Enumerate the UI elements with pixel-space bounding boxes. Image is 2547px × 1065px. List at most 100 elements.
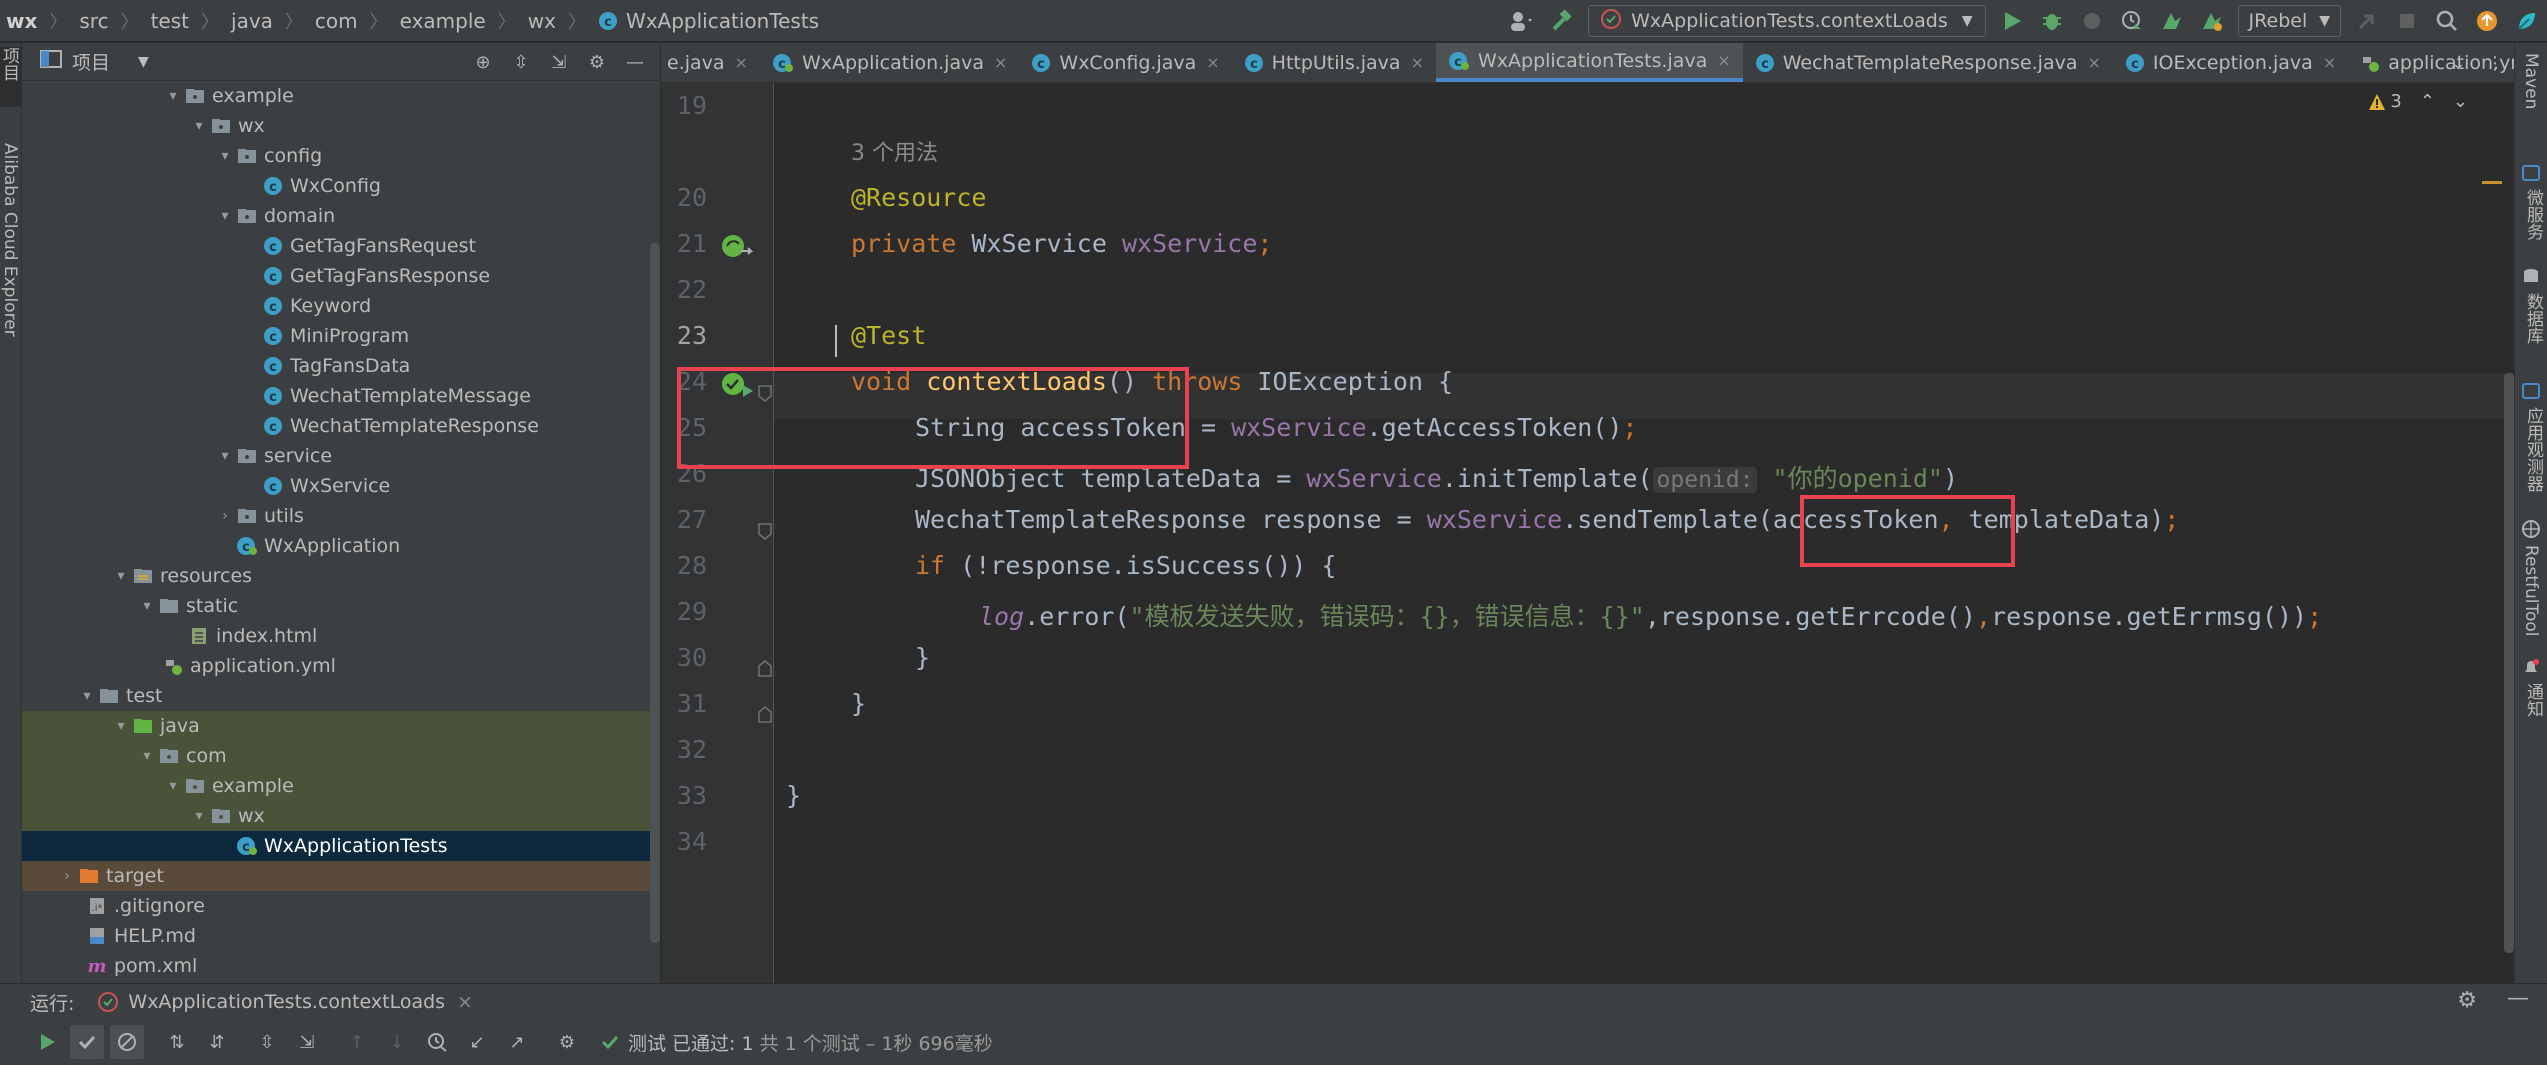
tree-item-class[interactable]: c WxApplication <box>22 531 660 561</box>
jrebel-debug-icon[interactable] <box>2195 4 2229 38</box>
sort-alpha-icon[interactable]: ⇅ <box>160 1025 194 1059</box>
usages-hint[interactable]: 3 个用法 <box>851 135 938 167</box>
tab-wxconfig[interactable]: c WxConfig.java × <box>1019 43 1231 82</box>
tree-item-test[interactable]: ▾ test <box>22 681 660 711</box>
tree-item-class[interactable]: c WechatTemplateResponse <box>22 411 660 441</box>
rerun-icon[interactable] <box>30 1025 64 1059</box>
user-icon[interactable] <box>1505 4 1539 38</box>
tree-item-example[interactable]: ▾ example <box>22 81 660 111</box>
breadcrumb-item[interactable]: 〉 test <box>109 8 189 34</box>
chevron-down-icon[interactable]: ▾ <box>110 718 132 734</box>
breadcrumb-item[interactable]: 〉 com <box>273 8 358 34</box>
previous-icon[interactable]: ↑ <box>340 1025 374 1059</box>
code-area[interactable]: 19 20 21 22 23 24 25 26 27 28 29 30 31 3… <box>661 83 2514 983</box>
bean-navigate-icon[interactable] <box>721 233 754 267</box>
tree-item-wxconfig[interactable]: c WxConfig <box>22 171 660 201</box>
chevron-down-icon[interactable]: ▾ <box>136 748 158 764</box>
minimize-icon[interactable]: — <box>618 45 652 79</box>
tree-item-target[interactable]: › target <box>22 861 660 891</box>
gear-icon[interactable]: ⚙ <box>550 1025 584 1059</box>
chevron-down-icon[interactable]: ▾ <box>162 88 184 104</box>
unfold-icon[interactable] <box>757 701 773 730</box>
tree-item-wx[interactable]: ▾ wx <box>22 801 660 831</box>
tree-item-class[interactable]: c Keyword <box>22 291 660 321</box>
tree-item-wx[interactable]: ▾ wx <box>22 111 660 141</box>
next-icon[interactable]: ↓ <box>380 1025 414 1059</box>
collapse-all-icon[interactable]: ⇲ <box>542 45 576 79</box>
close-icon[interactable]: × <box>1206 53 1219 72</box>
warning-stripe-marker[interactable] <box>2482 181 2502 184</box>
run-icon[interactable] <box>1995 4 2029 38</box>
chevron-down-icon[interactable]: ⌄ <box>2453 91 2468 112</box>
project-tool-button[interactable]: 项目 <box>0 47 22 107</box>
database-tool-button[interactable]: 数据库 <box>2521 293 2546 344</box>
close-icon[interactable]: × <box>1717 51 1730 70</box>
more-icon[interactable]: ⋮ <box>2486 53 2504 74</box>
tree-item-help[interactable]: HELP.md <box>22 921 660 951</box>
chevron-down-icon[interactable]: ▾ <box>136 598 158 614</box>
run-tab[interactable]: WxApplicationTests.contextLoads × <box>98 991 473 1013</box>
update-icon[interactable] <box>2470 4 2504 38</box>
tree-item-class[interactable]: c WechatTemplateMessage <box>22 381 660 411</box>
history-icon[interactable] <box>420 1025 454 1059</box>
tree-item-domain[interactable]: ▾ domain <box>22 201 660 231</box>
tree-item-pom[interactable]: m pom.xml <box>22 951 660 981</box>
chevron-down-icon[interactable]: ▾ <box>162 778 184 794</box>
breadcrumb-item[interactable]: 〉 java <box>189 8 273 34</box>
tree-item-yml[interactable]: application.yml <box>22 651 660 681</box>
expand-all-icon[interactable]: ⇳ <box>250 1025 284 1059</box>
locate-icon[interactable]: ⊕ <box>466 45 500 79</box>
tree-item-selected-class[interactable]: c WxApplicationTests <box>22 831 660 861</box>
unfold-icon[interactable] <box>757 655 773 684</box>
tree-item-utils[interactable]: › utils <box>22 501 660 531</box>
plugin-logo-icon[interactable] <box>2510 4 2544 38</box>
fold-icon[interactable] <box>757 517 773 546</box>
jrebel-run-icon[interactable] <box>2155 4 2189 38</box>
tree-item-html[interactable]: index.html <box>22 621 660 651</box>
tree-item-static[interactable]: ▾ static <box>22 591 660 621</box>
tab-wxapplication[interactable]: c WxApplication.java × <box>760 43 1019 82</box>
tree-item-gitignore[interactable]: .i* .gitignore <box>22 891 660 921</box>
chevron-down-icon[interactable]: ▾ <box>214 448 236 464</box>
export-icon[interactable]: ↗ <box>500 1025 534 1059</box>
app-observer-tool-button[interactable]: 应用观测器 <box>2521 407 2546 492</box>
tree-item-config[interactable]: ▾ config <box>22 141 660 171</box>
tab-wechattemplateresponse[interactable]: c WechatTemplateResponse.java × <box>1743 43 2113 82</box>
tree-item-java[interactable]: ▾ java <box>22 711 660 741</box>
close-icon[interactable]: × <box>994 53 1007 72</box>
close-icon[interactable]: × <box>2088 53 2101 72</box>
breadcrumb-item[interactable]: 〉 example <box>358 8 486 34</box>
breadcrumb-item[interactable]: 〉 c WxApplicationTests <box>556 8 819 34</box>
breadcrumb-item[interactable]: 〉 src <box>37 8 108 34</box>
minimize-icon[interactable]: — <box>2507 986 2529 1011</box>
close-icon[interactable]: × <box>457 991 473 1013</box>
coverage-icon[interactable] <box>2075 4 2109 38</box>
build-hammer-icon[interactable] <box>1545 4 1579 38</box>
chevron-down-icon[interactable]: ▾ <box>188 118 210 134</box>
chevron-right-icon[interactable]: › <box>56 868 78 884</box>
show-ignored-icon[interactable] <box>110 1025 144 1059</box>
gear-icon[interactable]: ⚙ <box>580 45 614 79</box>
restfultool-tool-button[interactable]: RestfulTool <box>2521 545 2541 637</box>
breadcrumb-item[interactable]: 〉 wx <box>486 8 556 34</box>
tree-item-com[interactable]: ▾ com <box>22 741 660 771</box>
tree-item-class[interactable]: c MiniProgram <box>22 321 660 351</box>
tab-java-file[interactable]: e.java × <box>661 43 760 82</box>
attach-icon[interactable] <box>2350 4 2384 38</box>
chevron-down-icon[interactable]: ▾ <box>188 808 210 824</box>
tab-ioexception[interactable]: c IOException.java × <box>2113 43 2348 82</box>
profile-icon[interactable] <box>2115 4 2149 38</box>
tree-item-class[interactable]: c WxService <box>22 471 660 501</box>
close-icon[interactable]: × <box>2323 53 2336 72</box>
import-icon[interactable]: ↙ <box>460 1025 494 1059</box>
show-passed-icon[interactable] <box>70 1025 104 1059</box>
chevron-down-icon[interactable]: ▾ <box>76 688 98 704</box>
tab-list-chevron-icon[interactable]: ⌄ <box>2451 53 2466 74</box>
scrollbar[interactable] <box>650 243 660 943</box>
inspection-widget[interactable]: 3 ⌃ ⌄ <box>2368 91 2468 112</box>
microservice-tool-button[interactable]: 微服务 <box>2521 189 2546 240</box>
tree-item-example[interactable]: ▾ example <box>22 771 660 801</box>
notifications-tool-button[interactable]: 通知 <box>2521 683 2546 717</box>
stop-icon[interactable] <box>2390 4 2424 38</box>
maven-tool-button[interactable]: Maven <box>2521 53 2541 109</box>
